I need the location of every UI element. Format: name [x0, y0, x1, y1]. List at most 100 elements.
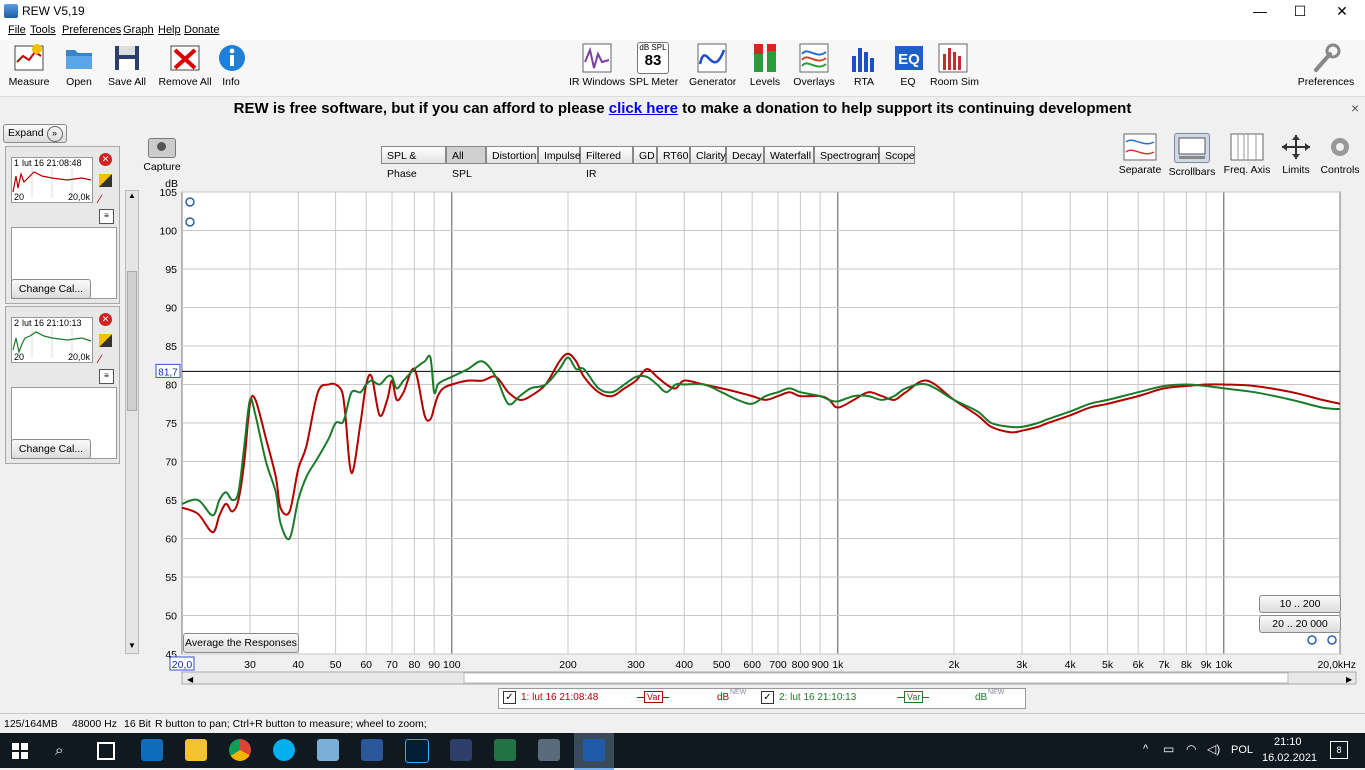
change-cal-button[interactable]: Change Cal...	[11, 439, 91, 459]
range-20-20000-button[interactable]: 20 .. 20 000	[1259, 615, 1341, 633]
scrollbar-thumb[interactable]	[127, 271, 137, 411]
open-button[interactable]: Open	[60, 42, 98, 88]
close-button[interactable]: ✕	[1319, 0, 1365, 22]
donate-link[interactable]: click here	[609, 100, 678, 117]
pen-icon[interactable]: ⁄	[99, 193, 112, 206]
remove-measurement-icon[interactable]: ✕	[99, 313, 112, 326]
spl-graph[interactable]: 1051009590858075706560555045dB20,0 30 40 50…	[140, 174, 1365, 686]
scrollbars-button[interactable]: Scrollbars	[1167, 133, 1217, 178]
y-tick-label: 100	[159, 226, 177, 238]
tab-filtered-ir[interactable]: Filtered IR	[580, 146, 633, 180]
remove-measurement-icon[interactable]: ✕	[99, 153, 112, 166]
clock-time[interactable]: 21:10	[1274, 736, 1302, 748]
volume-icon[interactable]: ◁)	[1207, 742, 1220, 756]
legend-checkbox-2[interactable]: ✓	[761, 691, 774, 704]
tab-gd[interactable]: GD	[633, 146, 657, 164]
maximize-button[interactable]: ☐	[1277, 0, 1323, 22]
tab-clarity[interactable]: Clarity	[690, 146, 726, 164]
generator-button[interactable]: Generator	[689, 42, 736, 88]
rta-button[interactable]: RTA	[848, 42, 880, 88]
expand-button[interactable]: Expand »	[3, 124, 67, 143]
task-view-icon[interactable]	[97, 742, 115, 760]
legend-label-2: 2: lut 16 21:10:13	[779, 692, 857, 703]
limits-button[interactable]: Limits	[1278, 133, 1314, 176]
app-icon[interactable]	[317, 739, 339, 761]
tab-decay[interactable]: Decay	[726, 146, 764, 164]
info-button[interactable]: Info	[216, 42, 246, 88]
room-sim-icon	[937, 42, 969, 74]
x-tick-label: 400	[675, 659, 693, 671]
measurement-thumbnail[interactable]: 2 lut 16 21:10:13 20 20,0k	[11, 317, 93, 363]
battery-icon[interactable]: ▭	[1163, 742, 1174, 756]
measurement-thumbnail[interactable]: 1 lut 16 21:08:48 20 20,0k	[11, 157, 93, 203]
tab-spectrogram[interactable]: Spectrogram	[814, 146, 880, 164]
menu-preferences[interactable]: Preferences	[62, 24, 121, 36]
legend-badge-2: NEW	[988, 689, 1005, 696]
freq-axis-button[interactable]: Freq. Axis	[1222, 133, 1272, 176]
notification-icon[interactable]: 8	[1330, 741, 1348, 759]
ir-windows-button[interactable]: IR Windows	[568, 42, 626, 88]
word-icon[interactable]	[361, 739, 383, 761]
remove-all-button[interactable]: Remove All	[158, 42, 212, 88]
chrome-icon[interactable]	[229, 739, 251, 761]
menu-graph[interactable]: Graph	[123, 24, 154, 36]
language-indicator[interactable]: POL	[1231, 744, 1253, 756]
average-responses-button[interactable]: Average the Responses	[183, 633, 299, 653]
excel-icon[interactable]	[494, 739, 516, 761]
levels-button[interactable]: Levels	[746, 42, 784, 88]
x-tick-label: 4k	[1065, 659, 1077, 671]
file-explorer-icon[interactable]	[185, 739, 207, 761]
overlays-button[interactable]: Overlays	[792, 42, 836, 88]
menu-donate[interactable]: Donate	[184, 24, 219, 36]
photoshop-icon[interactable]	[405, 739, 429, 763]
tab-rt60[interactable]: RT60	[657, 146, 690, 164]
change-cal-button[interactable]: Change Cal...	[11, 279, 91, 299]
color-edit-icon[interactable]	[99, 334, 112, 347]
donation-banner: REW is free software, but if you can aff…	[0, 97, 1365, 121]
pen-icon[interactable]: ⁄	[99, 353, 112, 366]
room-sim-button[interactable]: Room Sim	[930, 42, 979, 88]
notes-icon[interactable]: ≡	[99, 369, 114, 384]
x-tick-label: 60	[360, 659, 372, 671]
measure-button[interactable]: Measure	[8, 42, 50, 88]
wifi-icon[interactable]: ◠	[1186, 742, 1196, 756]
legend-checkbox-1[interactable]: ✓	[503, 691, 516, 704]
save-all-button[interactable]: Save All	[106, 42, 148, 88]
chevron-up-icon[interactable]: ^	[1143, 743, 1148, 755]
menu-help[interactable]: Help	[158, 24, 181, 36]
tab-distortion[interactable]: Distortion	[486, 146, 538, 164]
search-icon[interactable]: ⌕	[55, 742, 73, 760]
notes-icon[interactable]: ≡	[99, 209, 114, 224]
legend-var-1[interactable]: Var	[644, 691, 664, 703]
taskbar: ⌕ ^ ▭ ◠ ◁) POL 21:10 16.02.2021 8	[0, 733, 1365, 770]
spl-meter-button[interactable]: dB SPL 83 SPL Meter	[629, 42, 678, 88]
menu-tools[interactable]: Tools	[30, 24, 56, 36]
tab-scope[interactable]: Scope	[879, 146, 915, 164]
toolbar: Measure Open Save All Remove All Info IR…	[0, 40, 1365, 97]
controls-button[interactable]: Controls	[1319, 133, 1361, 176]
clock-date[interactable]: 16.02.2021	[1262, 752, 1317, 764]
panel-scrollbar[interactable]: ▲ ▼	[125, 190, 139, 654]
scroll-down-icon[interactable]: ▼	[127, 641, 137, 653]
calculator-icon[interactable]	[538, 739, 560, 761]
color-edit-icon[interactable]	[99, 174, 112, 187]
outlook-icon[interactable]	[141, 739, 163, 761]
app-icon	[4, 4, 18, 18]
range-10-200-button[interactable]: 10 .. 200	[1259, 595, 1341, 613]
tab-all-spl[interactable]: All SPL	[446, 146, 486, 180]
legend-var-2[interactable]: Var	[904, 691, 924, 703]
tab-impulse[interactable]: Impulse	[538, 146, 581, 164]
tab-spl-phase[interactable]: SPL & Phase	[381, 146, 446, 180]
separate-button[interactable]: Separate	[1118, 133, 1162, 176]
capture-button[interactable]: Capture	[143, 138, 181, 173]
rew-taskbar-button[interactable]	[574, 733, 614, 770]
eq-button[interactable]: EQ EQ	[893, 42, 923, 88]
menu-file[interactable]: File	[8, 24, 26, 36]
tab-waterfall[interactable]: Waterfall	[764, 146, 814, 164]
banner-close-icon[interactable]: ×	[1351, 100, 1359, 116]
skype-icon[interactable]	[273, 739, 295, 761]
preferences-button[interactable]: Preferences	[1296, 42, 1356, 88]
scroll-up-icon[interactable]: ▲	[127, 191, 137, 203]
windows-start-icon[interactable]	[12, 743, 28, 759]
save-app-icon[interactable]	[450, 739, 472, 761]
